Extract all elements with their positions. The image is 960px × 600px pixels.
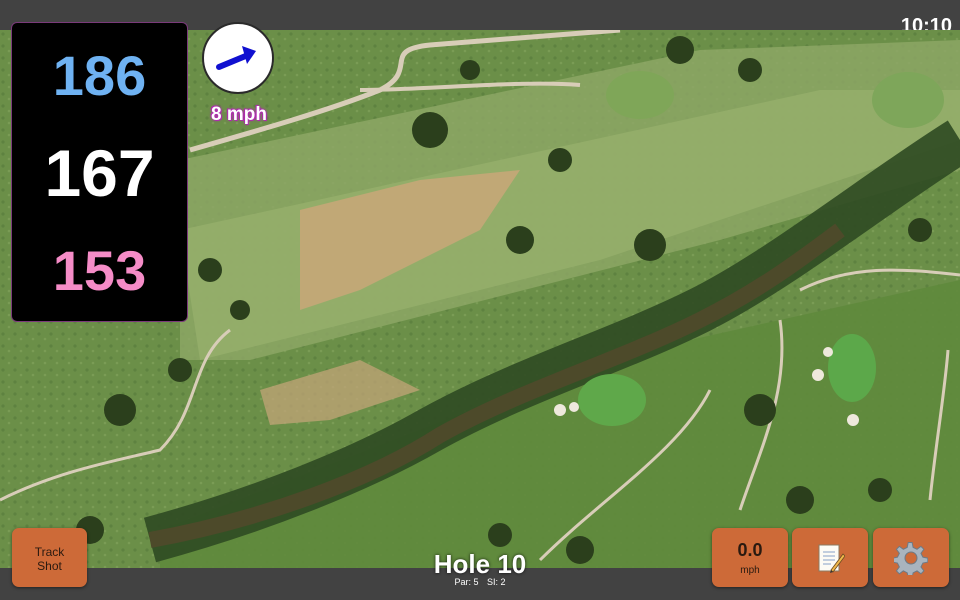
par-label: Par: 5 <box>454 577 479 587</box>
front-of-green-distance: 153 <box>52 239 147 302</box>
green-top-right <box>872 72 944 128</box>
notepad-icon <box>818 544 845 573</box>
speed-value: 0.0 <box>737 540 763 560</box>
green-hole-10 <box>578 374 646 426</box>
bunker <box>554 404 566 416</box>
stroke-index-label: SI: 2 <box>487 577 506 587</box>
bunker <box>823 347 833 357</box>
bunker <box>847 414 859 426</box>
green-right <box>828 334 876 402</box>
speed-button[interactable]: 0.0 mph <box>712 528 788 587</box>
hole-title: Hole 10 <box>433 549 527 579</box>
hole-info: Par: 5 SI: 2 <box>400 577 560 587</box>
speed-unit: mph <box>740 565 760 576</box>
notes-button[interactable] <box>792 528 868 587</box>
wind-indicator <box>202 22 274 94</box>
wind-speed-label: 8 mph <box>211 104 267 125</box>
back-of-green-distance: 186 <box>52 44 147 107</box>
middle-of-green-distance: 167 <box>44 136 155 210</box>
gear-icon <box>894 541 928 575</box>
bunker <box>569 402 579 412</box>
track-shot-button[interactable]: Track Shot <box>12 528 87 587</box>
bunker <box>812 369 824 381</box>
distance-panel: 186 167 153 <box>11 22 188 322</box>
track-shot-label-line2: Shot <box>37 559 62 573</box>
track-shot-label-line1: Track <box>34 545 65 559</box>
green-top <box>606 71 674 119</box>
arrow-right-up-icon <box>216 46 256 70</box>
settings-button[interactable] <box>873 528 949 587</box>
